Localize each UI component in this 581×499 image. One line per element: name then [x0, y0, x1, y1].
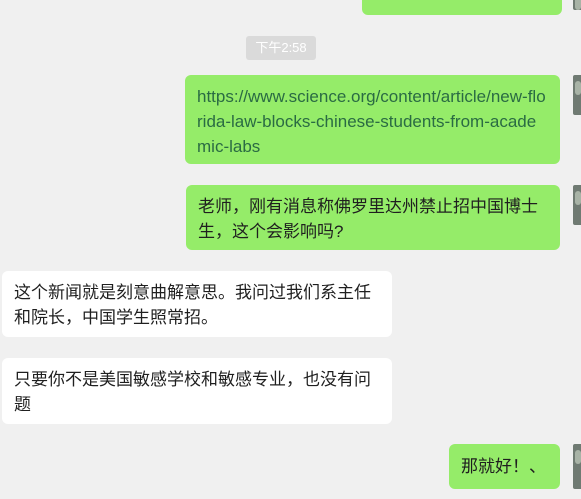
message-bubble-self-link[interactable]: https://www.science.org/content/article/… [185, 75, 560, 164]
self-avatar[interactable] [573, 185, 581, 225]
message-bubble-self-question[interactable]: 老师，刚有消息称佛罗里达州禁止招中国博士生，这个会影响吗? [186, 185, 560, 250]
message-text: 老师，刚有消息称佛罗里达州禁止招中国博士生，这个会影响吗? [198, 197, 538, 241]
self-avatar[interactable] [573, 0, 581, 10]
message-bubble-self-thanks[interactable]: 那就好！、 [449, 444, 560, 489]
message-text: 只要你不是美国敏感学校和敏感专业，也没有问题 [14, 370, 371, 414]
message-text: 这个新闻就是刻意曲解意思。我问过我们系主任和院长，中国学生照常招。 [14, 283, 371, 327]
message-bubble-other-reply2[interactable]: 只要你不是美国敏感学校和敏感专业，也没有问题 [2, 358, 392, 424]
message-timestamp: 下午2:58 [246, 36, 316, 60]
message-bubble-other-reply1[interactable]: 这个新闻就是刻意曲解意思。我问过我们系主任和院长，中国学生照常招。 [2, 271, 392, 337]
self-avatar[interactable] [573, 75, 581, 115]
message-text: 那就好！、 [461, 457, 546, 476]
self-avatar[interactable] [573, 444, 581, 489]
chat-window: 下午2:58 https://www.science.org/content/a… [0, 0, 581, 499]
message-bubble-self-prev[interactable] [362, 0, 562, 15]
link-text[interactable]: https://www.science.org/content/article/… [197, 87, 546, 156]
